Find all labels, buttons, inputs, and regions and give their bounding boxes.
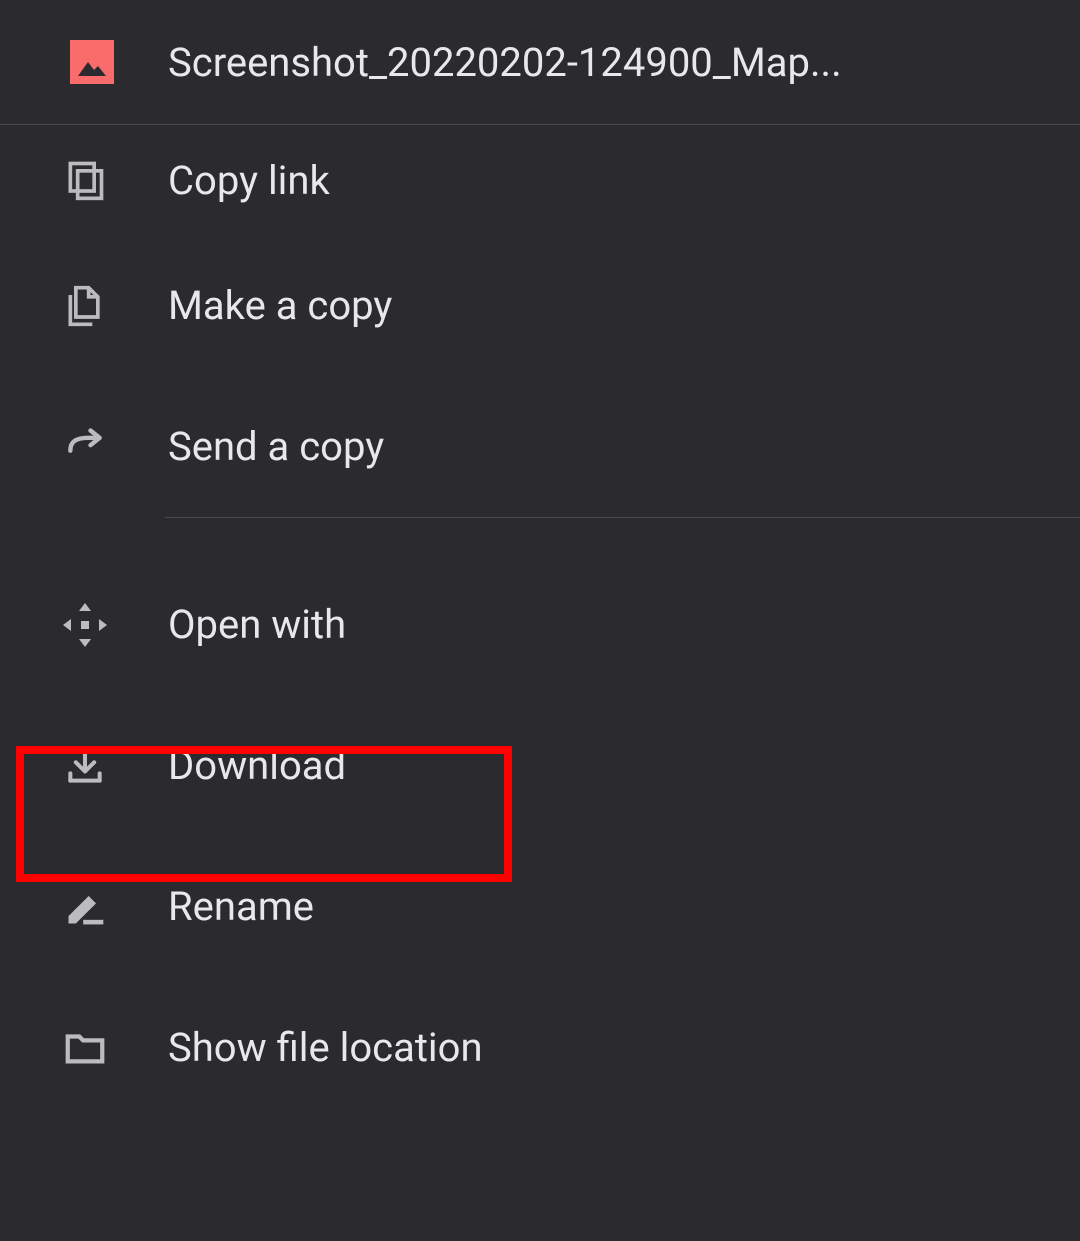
context-menu: Copy link Make a copy Send a copy [0, 125, 1080, 1118]
menu-divider [165, 517, 1080, 518]
menu-item-open-with[interactable]: Open with [0, 554, 1080, 695]
open-with-icon [60, 600, 110, 650]
folder-icon [60, 1023, 110, 1073]
menu-item-show-file-location[interactable]: Show file location [0, 977, 1080, 1118]
image-file-icon [68, 38, 116, 86]
file-copy-icon [60, 281, 110, 331]
menu-item-label: Rename [168, 883, 314, 930]
download-icon [60, 741, 110, 791]
menu-item-label: Copy link [168, 157, 330, 204]
file-name: Screenshot_20220202-124900_Map... [168, 39, 842, 86]
rename-icon [60, 882, 110, 932]
menu-item-label: Send a copy [168, 423, 384, 470]
menu-item-copy-link[interactable]: Copy link [0, 125, 1080, 235]
menu-item-label: Make a copy [168, 282, 392, 329]
menu-item-label: Download [168, 742, 346, 789]
file-header: Screenshot_20220202-124900_Map... [0, 0, 1080, 125]
menu-item-rename[interactable]: Rename [0, 836, 1080, 977]
menu-item-label: Open with [168, 601, 346, 648]
send-icon [60, 422, 110, 472]
menu-item-label: Show file location [168, 1024, 483, 1071]
menu-item-download[interactable]: Download [0, 695, 1080, 836]
menu-item-send-a-copy[interactable]: Send a copy [0, 376, 1080, 517]
copy-link-icon [60, 155, 110, 205]
menu-item-make-a-copy[interactable]: Make a copy [0, 235, 1080, 376]
